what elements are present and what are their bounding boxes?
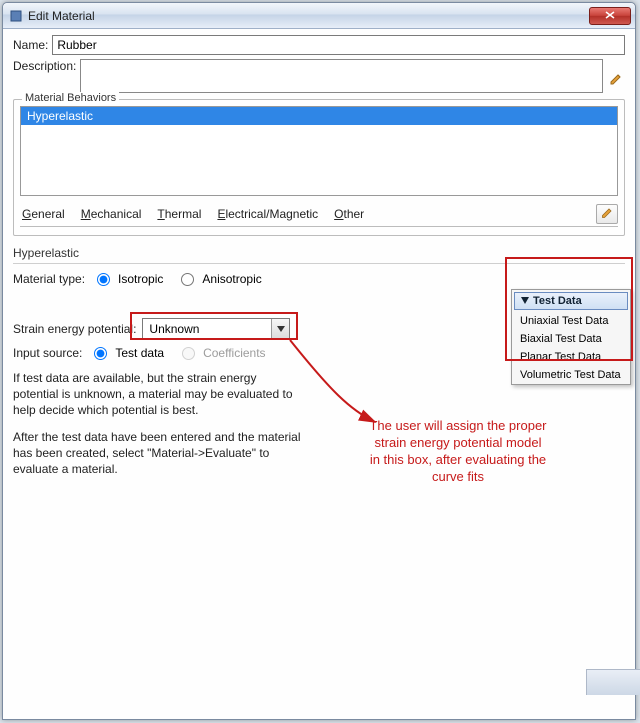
name-input[interactable]: [52, 35, 625, 55]
material-type-label: Material type:: [13, 272, 85, 286]
edit-behavior-button[interactable]: [596, 204, 618, 224]
test-data-label: Test data: [115, 346, 164, 360]
info-text: If test data are available, but the stra…: [13, 370, 303, 477]
menu-volumetric[interactable]: Volumetric Test Data: [512, 366, 630, 384]
chevron-down-icon: [271, 319, 289, 339]
coefficients-radio: [182, 347, 195, 360]
tab-mechanical[interactable]: Mechanical: [79, 205, 144, 223]
menu-biaxial[interactable]: Biaxial Test Data: [512, 330, 630, 348]
tab-general[interactable]: General: [20, 205, 67, 223]
info-paragraph-2: After the test data have been entered an…: [13, 429, 303, 478]
edit-description-button[interactable]: [607, 71, 625, 89]
material-type-row: Material type: Isotropic Anisotropic: [13, 272, 625, 286]
behavior-tabs: General Mechanical Thermal Electrical/Ma…: [20, 204, 618, 227]
material-behaviors-legend: Material Behaviors: [22, 92, 119, 104]
titlebar: Edit Material: [3, 3, 635, 29]
pencil-icon: [601, 207, 613, 222]
strain-energy-select[interactable]: Unknown: [142, 318, 290, 340]
strain-energy-label: Strain energy potential:: [13, 322, 136, 336]
description-input[interactable]: [80, 59, 603, 93]
anisotropic-label: Anisotropic: [202, 272, 261, 286]
tab-other[interactable]: Other: [332, 205, 366, 223]
dialog-content: Name: Description: Material Behaviors Hy…: [3, 29, 635, 719]
menu-uniaxial[interactable]: Uniaxial Test Data: [512, 312, 630, 330]
info-paragraph-1: If test data are available, but the stra…: [13, 370, 303, 419]
pencil-icon: [609, 72, 623, 89]
close-button[interactable]: [589, 7, 631, 25]
material-behaviors-group: Material Behaviors Hyperelastic General …: [13, 99, 625, 236]
anisotropic-radio[interactable]: [181, 273, 194, 286]
taskbar-fragment: [586, 669, 640, 695]
edit-material-window: Edit Material Name: Description: Materia…: [2, 2, 636, 720]
annotation-text: The user will assign the proper strain e…: [368, 418, 548, 486]
hyperelastic-section-title: Hyperelastic: [13, 246, 625, 264]
isotropic-radio[interactable]: [97, 273, 110, 286]
name-label: Name:: [13, 38, 48, 52]
coefficients-label: Coefficients: [203, 346, 265, 360]
description-label: Description:: [13, 59, 76, 73]
menu-planar[interactable]: Planar Test Data: [512, 348, 630, 366]
test-data-menu: Test Data Uniaxial Test Data Biaxial Tes…: [511, 289, 631, 385]
strain-energy-value: Unknown: [143, 322, 271, 336]
test-data-menu-header[interactable]: Test Data: [514, 292, 628, 310]
input-source-label: Input source:: [13, 346, 82, 360]
triangle-down-icon: [521, 295, 529, 307]
window-title: Edit Material: [28, 9, 95, 23]
close-icon: [605, 10, 615, 22]
app-icon: [9, 9, 23, 23]
behavior-list[interactable]: Hyperelastic: [20, 106, 618, 196]
test-data-radio[interactable]: [94, 347, 107, 360]
isotropic-label: Isotropic: [118, 272, 163, 286]
behavior-item-hyperelastic[interactable]: Hyperelastic: [21, 107, 617, 125]
tab-electrical[interactable]: Electrical/Magnetic: [215, 205, 320, 223]
tab-thermal[interactable]: Thermal: [155, 205, 203, 223]
